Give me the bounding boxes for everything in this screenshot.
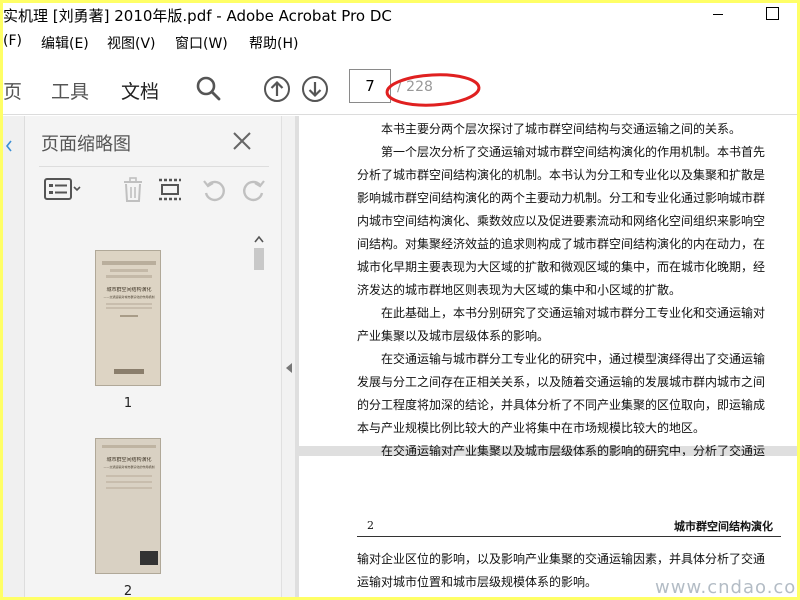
menu-view[interactable]: 视图(V) [107,33,156,53]
maximize-button[interactable] [757,3,787,25]
text-line: 济发达的城市群地区则表现为大区域的集中和小区域的扩散。 [357,283,682,297]
insert-page-icon[interactable] [157,177,183,203]
menu-bar: (F) 编辑(E) 视图(V) 窗口(W) 帮助(H) [3,31,797,53]
thumbnail-toolbar [39,166,269,212]
page-thumbnails-panel: 页面缩略图 城市群空间结构演化 ——交通运输对城市群演化的作用机制 1 城市群空… [25,116,281,597]
rotate-clockwise-icon[interactable] [241,177,267,203]
text-line: 在交通运输与城市群分工专业化的研究中，通过模型演绎得出了交通运输 [381,352,766,366]
thumb-subtitle: ——交通运输对城市群演化的作用机制 [103,465,155,469]
trash-icon[interactable] [121,177,145,203]
thumbnail-scrollbar[interactable] [251,230,267,597]
text-line: 分析了城市群空间结构演化的机制。本书认为分工和专业化以及集聚和扩散是 [357,168,766,182]
text-line: 第一个层次分析了交通运输对城市群空间结构演化的作用机制。本书首先 [381,145,766,159]
menu-edit[interactable]: 编辑(E) [41,33,89,53]
tab-document[interactable]: 文档 [121,77,159,104]
chevron-left-icon[interactable] [5,140,13,152]
collapse-arrow-icon[interactable] [285,362,293,374]
text-line: 的分工程度将加深的结论，并具体分析了不同产业集聚的区位取向，即运输成 [357,398,766,412]
tab-tools[interactable]: 工具 [51,77,89,104]
scroll-thumb[interactable] [254,248,264,270]
text-line: 在此基础上，本书分别研究了交通运输对城市群分工专业化和交通运输对 [381,306,766,320]
text-line: 间结构。对集聚经济效益的追求则构成了城市群空间结构演化的内在动力，在 [357,237,766,251]
running-header: 城市群空间结构演化 [674,520,773,533]
thumbnail-page-number: 1 [123,396,133,411]
cover-image: 城市群空间结构演化 ——交通运输对城市群演化的作用机制 [95,438,161,574]
cover-image: 城市群空间结构演化 ——交通运输对城市群演化的作用机制 [95,250,161,386]
options-menu-icon[interactable] [43,177,83,201]
text-line: 输对企业区位的影响，以及影响产业集聚的交通运输因素，并具体分析了交通 [357,552,766,566]
text-line: 城市化早期主要表现为大区域的扩散和微观区域的集中，而在城市化晚期，经 [357,260,766,274]
tab-home[interactable]: 页 [3,77,22,104]
minimize-button[interactable] [703,3,733,25]
window-title: 实机理 [刘勇著] 2010年版.pdf - Adobe Acrobat Pro… [3,7,392,25]
page-number: 2 [367,519,374,532]
text-line: 发展与分工之间存在正相关关系，以及随着交通运输的发展城市群内城市之间 [357,375,766,389]
menu-file[interactable]: (F) [3,33,22,49]
document-page: 本书主要分两个层次探讨了城市群空间结构与交通运输之间的关系。第一个层次分析了交通… [299,116,797,458]
thumbnail-list: 城市群空间结构演化 ——交通运输对城市群演化的作用机制 1 城市群空间结构演化 … [41,228,259,597]
arrow-down-circle-icon[interactable] [301,75,329,103]
text-line: 影响城市群空间结构演化的两个主要动力机制。分工和专业化通过影响城市群 [357,191,766,205]
arrow-up-circle-icon[interactable] [263,75,291,103]
toolbar: 页 工具 文档 7 / 228 [3,55,797,115]
panel-title: 页面缩略图 [41,134,131,155]
watermark: www.cndao.com [655,577,797,597]
text-line: 本书主要分两个层次探讨了城市群空间结构与交通运输之间的关系。 [381,122,742,136]
search-icon[interactable] [195,75,221,101]
header-rule [357,536,781,537]
document-view[interactable]: 本书主要分两个层次探讨了城市群空间结构与交通运输之间的关系。第一个层次分析了交通… [295,116,797,597]
navigation-pane [3,116,25,597]
menu-window[interactable]: 窗口(W) [175,33,228,53]
text-line: 内城市空间结构演化、乘数效应以及促进要素流动和网络化空间组织来影响空 [357,214,766,228]
thumb-title: 城市群空间结构演化 [106,457,152,463]
acrobat-window: 实机理 [刘勇著] 2010年版.pdf - Adobe Acrobat Pro… [3,3,797,597]
thumb-subtitle: ——交通运输对城市群演化的作用机制 [103,295,155,299]
text-line: 产业集聚以及城市层级体系的影响。 [357,329,550,343]
panel-splitter[interactable] [281,116,295,597]
thumb-title: 城市群空间结构演化 [106,287,152,293]
text-line: 本与产业规模比例比较大的产业将集中在市场规模比较大的地区。 [357,421,706,435]
annotation-ellipse [385,73,481,107]
chevron-up-icon[interactable] [253,234,265,244]
rotate-counterclockwise-icon[interactable] [201,177,227,203]
document-page: 2 城市群空间结构演化 输对企业区位的影响，以及影响产业集聚的交通运输因素，并具… [299,456,797,597]
close-icon[interactable] [231,130,253,152]
thumbnail-page-number: 2 [123,584,133,597]
menu-help[interactable]: 帮助(H) [249,33,298,53]
title-bar: 实机理 [刘勇著] 2010年版.pdf - Adobe Acrobat Pro… [3,3,797,27]
